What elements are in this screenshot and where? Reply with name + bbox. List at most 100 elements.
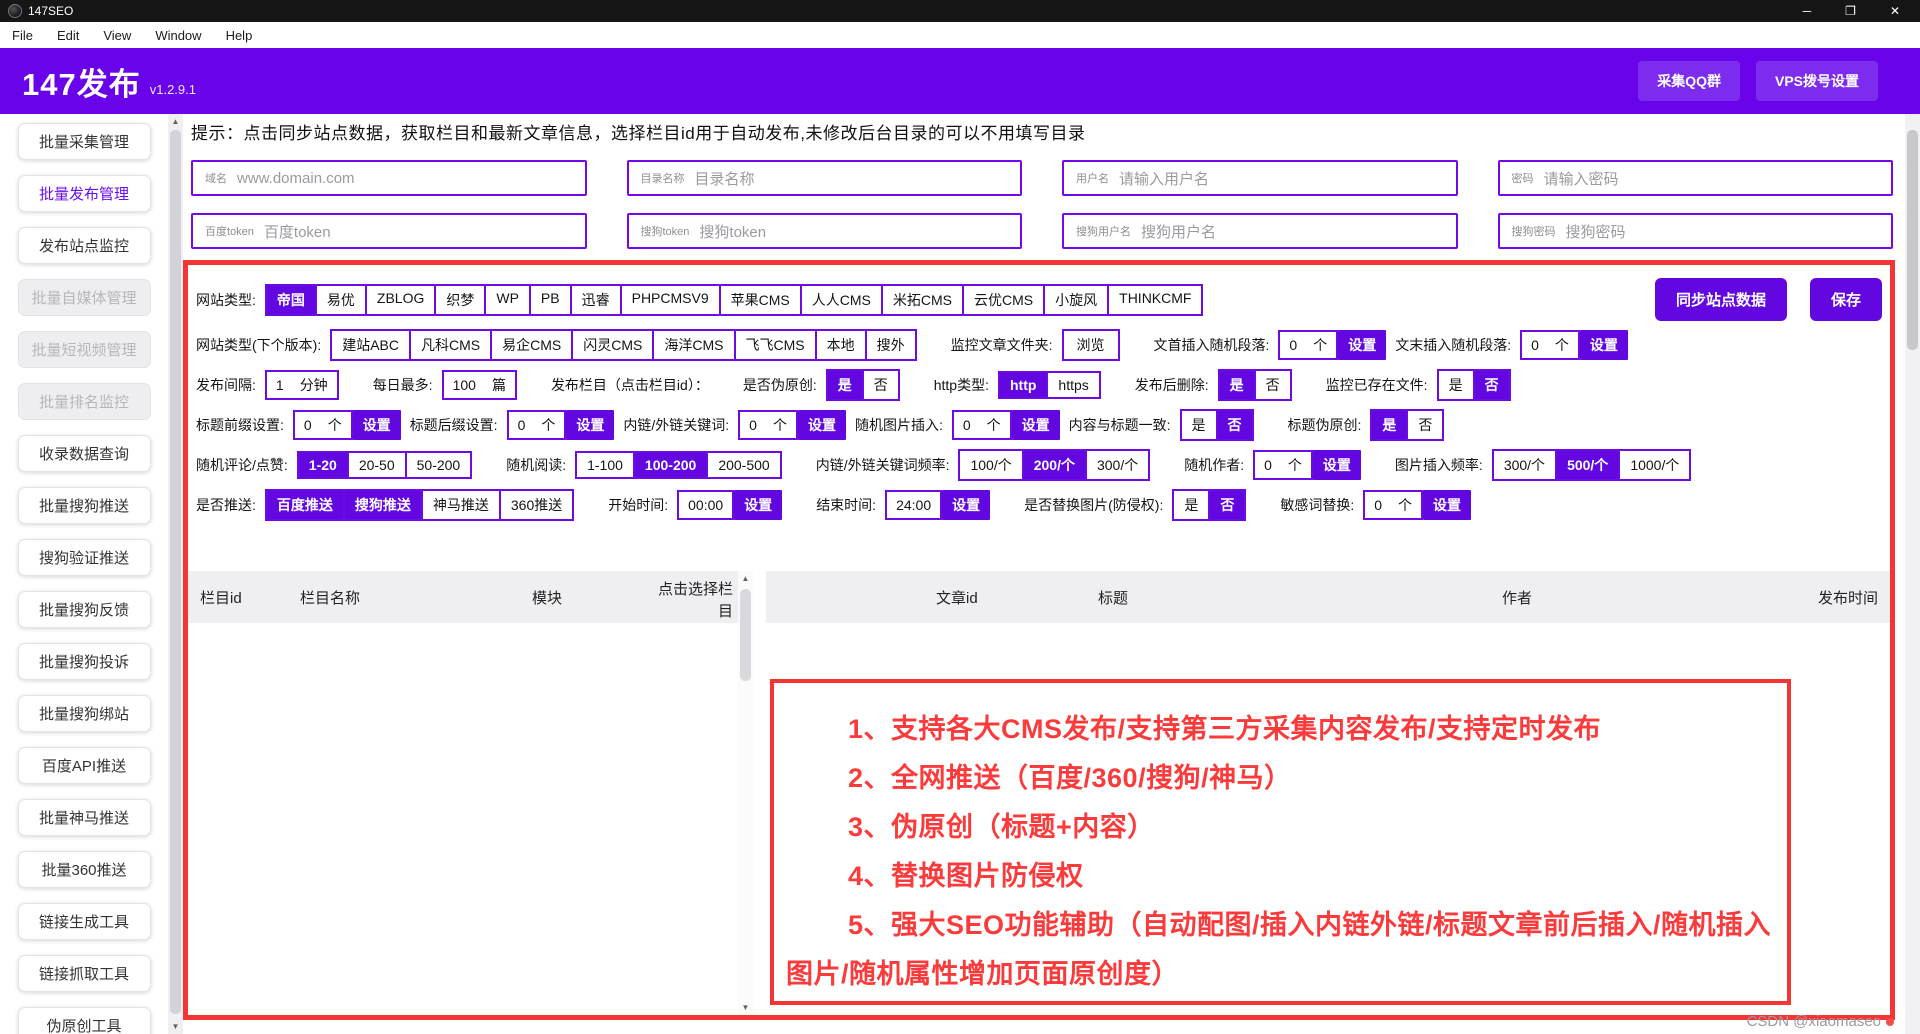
image-insert-frequency-option[interactable]: 300/个 bbox=[1494, 451, 1555, 479]
minimize-icon[interactable]: ─ bbox=[1803, 4, 1812, 18]
image-insert-frequency-option[interactable]: 1000/个 bbox=[1618, 451, 1689, 479]
sogou-token-field[interactable]: 搜狗token搜狗token bbox=[627, 213, 1023, 249]
scroll-down-icon[interactable]: ▼ bbox=[168, 1022, 183, 1031]
site-type-option[interactable]: 米拓CMS bbox=[881, 286, 962, 314]
push-targets-option[interactable]: 神马推送 bbox=[421, 491, 499, 519]
site-type-option[interactable]: 迅睿 bbox=[570, 286, 620, 314]
push-targets-option[interactable]: 360推送 bbox=[499, 491, 572, 519]
sidebar-item[interactable]: 链接生成工具 bbox=[18, 903, 151, 940]
site-type-option[interactable]: WP bbox=[484, 286, 529, 314]
save-button[interactable]: 保存 bbox=[1810, 278, 1882, 321]
browse-button[interactable]: 浏览 bbox=[1062, 329, 1120, 361]
site-type-next-option[interactable]: 建站ABC bbox=[332, 331, 409, 359]
sidebar-item[interactable]: 批量搜狗投诉 bbox=[18, 643, 151, 680]
link-keyword-frequency-option[interactable]: 200/个 bbox=[1022, 451, 1085, 479]
daily-max-input[interactable]: 100篇 bbox=[442, 370, 517, 400]
start-time-input[interactable]: 00:00 bbox=[677, 490, 734, 520]
replace-images-option[interactable]: 否 bbox=[1208, 491, 1244, 519]
site-type-option[interactable]: 易优 bbox=[315, 286, 365, 314]
title-prefix-set-button[interactable]: 设置 bbox=[353, 410, 401, 440]
site-type-option[interactable]: 帝国 bbox=[267, 286, 315, 314]
site-type-next-option[interactable]: 搜外 bbox=[865, 331, 915, 359]
title-pseudo-original-option[interactable]: 是 bbox=[1372, 411, 1406, 439]
http-type-option[interactable]: https bbox=[1046, 373, 1098, 397]
directory-name-field[interactable]: 目录名称目录名称 bbox=[627, 160, 1023, 196]
sensitive-word-replace-set-button[interactable]: 设置 bbox=[1423, 490, 1471, 520]
sidebar-scrollbar-thumb[interactable] bbox=[170, 130, 181, 1014]
sidebar-item[interactable]: 伪原创工具 bbox=[18, 1007, 151, 1034]
delete-after-publish-option[interactable]: 是 bbox=[1220, 371, 1254, 399]
end-time-set-button[interactable]: 设置 bbox=[942, 490, 990, 520]
sidebar-item[interactable]: 批量神马推送 bbox=[18, 799, 151, 836]
site-type-option[interactable]: THINKCMF bbox=[1107, 286, 1201, 314]
sogou-password-field[interactable]: 搜狗密码搜狗密码 bbox=[1498, 213, 1894, 249]
scroll-up-icon[interactable]: ▲ bbox=[168, 117, 183, 126]
random-author-input[interactable]: 0个 bbox=[1253, 450, 1313, 480]
site-type-next-option[interactable]: 本地 bbox=[815, 331, 865, 359]
random-author-set-button[interactable]: 设置 bbox=[1313, 450, 1361, 480]
link-keyword-frequency-option[interactable]: 300/个 bbox=[1085, 451, 1148, 479]
menu-item-file[interactable]: File bbox=[12, 28, 33, 43]
sidebar-item[interactable]: 批量360推送 bbox=[18, 851, 151, 888]
push-targets-option[interactable]: 搜狗推送 bbox=[343, 491, 421, 519]
site-type-option[interactable]: PB bbox=[529, 286, 570, 314]
link-keyword-frequency-option[interactable]: 100/个 bbox=[960, 451, 1021, 479]
random-comments-likes-option[interactable]: 50-200 bbox=[405, 453, 471, 477]
sidebar-item[interactable]: 百度API推送 bbox=[18, 747, 151, 784]
random-comments-likes-option[interactable]: 20-50 bbox=[347, 453, 405, 477]
site-type-option[interactable]: PHPCMSV9 bbox=[620, 286, 719, 314]
random-image-insert-input[interactable]: 0个 bbox=[952, 410, 1012, 440]
title-pseudo-original-option[interactable]: 否 bbox=[1406, 411, 1442, 439]
scroll-down-icon[interactable]: ▼ bbox=[738, 1003, 753, 1012]
pseudo-original-option[interactable]: 是 bbox=[828, 371, 862, 399]
site-type-next-option[interactable]: 飞飞CMS bbox=[734, 331, 815, 359]
site-type-option[interactable]: 苹果CMS bbox=[719, 286, 800, 314]
sensitive-word-replace-input[interactable]: 0个 bbox=[1363, 490, 1423, 520]
sogou-username-field[interactable]: 搜狗用户名搜狗用户名 bbox=[1062, 213, 1458, 249]
title-prefix-input[interactable]: 0个 bbox=[293, 410, 353, 440]
push-targets-option[interactable]: 百度推送 bbox=[267, 491, 343, 519]
end-time-input[interactable]: 24:00 bbox=[885, 490, 942, 520]
pseudo-original-option[interactable]: 否 bbox=[862, 371, 898, 399]
sidebar-item[interactable]: 搜狗验证推送 bbox=[18, 539, 151, 576]
site-type-option[interactable]: 云优CMS bbox=[962, 286, 1043, 314]
random-reads-option[interactable]: 1-100 bbox=[577, 453, 633, 477]
sidebar-item[interactable]: 批量采集管理 bbox=[18, 123, 151, 160]
sidebar-item[interactable]: 收录数据查询 bbox=[18, 435, 151, 472]
domain-field[interactable]: 域名www.domain.com bbox=[191, 160, 587, 196]
tail-random-paragraph-input[interactable]: 0个 bbox=[1520, 330, 1580, 360]
content-match-title-option[interactable]: 否 bbox=[1216, 411, 1252, 439]
delete-after-publish-option[interactable]: 否 bbox=[1254, 371, 1290, 399]
scroll-up-icon[interactable]: ▲ bbox=[738, 574, 753, 583]
site-type-option[interactable]: ZBLOG bbox=[365, 286, 434, 314]
content-match-title-option[interactable]: 是 bbox=[1182, 411, 1216, 439]
title-suffix-input[interactable]: 0个 bbox=[507, 410, 567, 440]
random-comments-likes-option[interactable]: 1-20 bbox=[299, 453, 347, 477]
site-type-next-option[interactable]: 海洋CMS bbox=[652, 331, 733, 359]
sidebar-item[interactable]: 发布站点监控 bbox=[18, 227, 151, 264]
random-reads-option[interactable]: 200-500 bbox=[706, 453, 779, 477]
maximize-icon[interactable]: ❐ bbox=[1845, 4, 1856, 18]
publish-interval-input[interactable]: 1分钟 bbox=[265, 370, 339, 400]
sidebar-item[interactable]: 批量发布管理 bbox=[18, 175, 151, 212]
monitor-existing-file-option[interactable]: 是 bbox=[1439, 371, 1473, 399]
sidebar-item[interactable]: 批量搜狗反馈 bbox=[18, 591, 151, 628]
menu-item-view[interactable]: View bbox=[103, 28, 131, 43]
image-insert-frequency-option[interactable]: 500/个 bbox=[1555, 451, 1618, 479]
site-type-option[interactable]: 织梦 bbox=[434, 286, 484, 314]
monitor-existing-file-option[interactable]: 否 bbox=[1473, 371, 1509, 399]
site-type-next-option[interactable]: 闪灵CMS bbox=[571, 331, 652, 359]
link-keywords-input[interactable]: 0个 bbox=[738, 410, 798, 440]
http-type-option[interactable]: http bbox=[1000, 373, 1046, 397]
menu-item-help[interactable]: Help bbox=[226, 28, 253, 43]
tail-random-paragraph-set-button[interactable]: 设置 bbox=[1580, 330, 1628, 360]
header-button[interactable]: VPS拨号设置 bbox=[1756, 61, 1878, 101]
random-reads-option[interactable]: 100-200 bbox=[633, 453, 706, 477]
password-field[interactable]: 密码请输入密码 bbox=[1498, 160, 1894, 196]
sidebar-item[interactable]: 批量搜狗绑站 bbox=[18, 695, 151, 732]
menu-item-edit[interactable]: Edit bbox=[57, 28, 79, 43]
window-scrollbar-thumb[interactable] bbox=[1907, 130, 1918, 350]
sidebar-item[interactable]: 批量搜狗推送 bbox=[18, 487, 151, 524]
replace-images-option[interactable]: 是 bbox=[1174, 491, 1208, 519]
site-type-option[interactable]: 人人CMS bbox=[800, 286, 881, 314]
